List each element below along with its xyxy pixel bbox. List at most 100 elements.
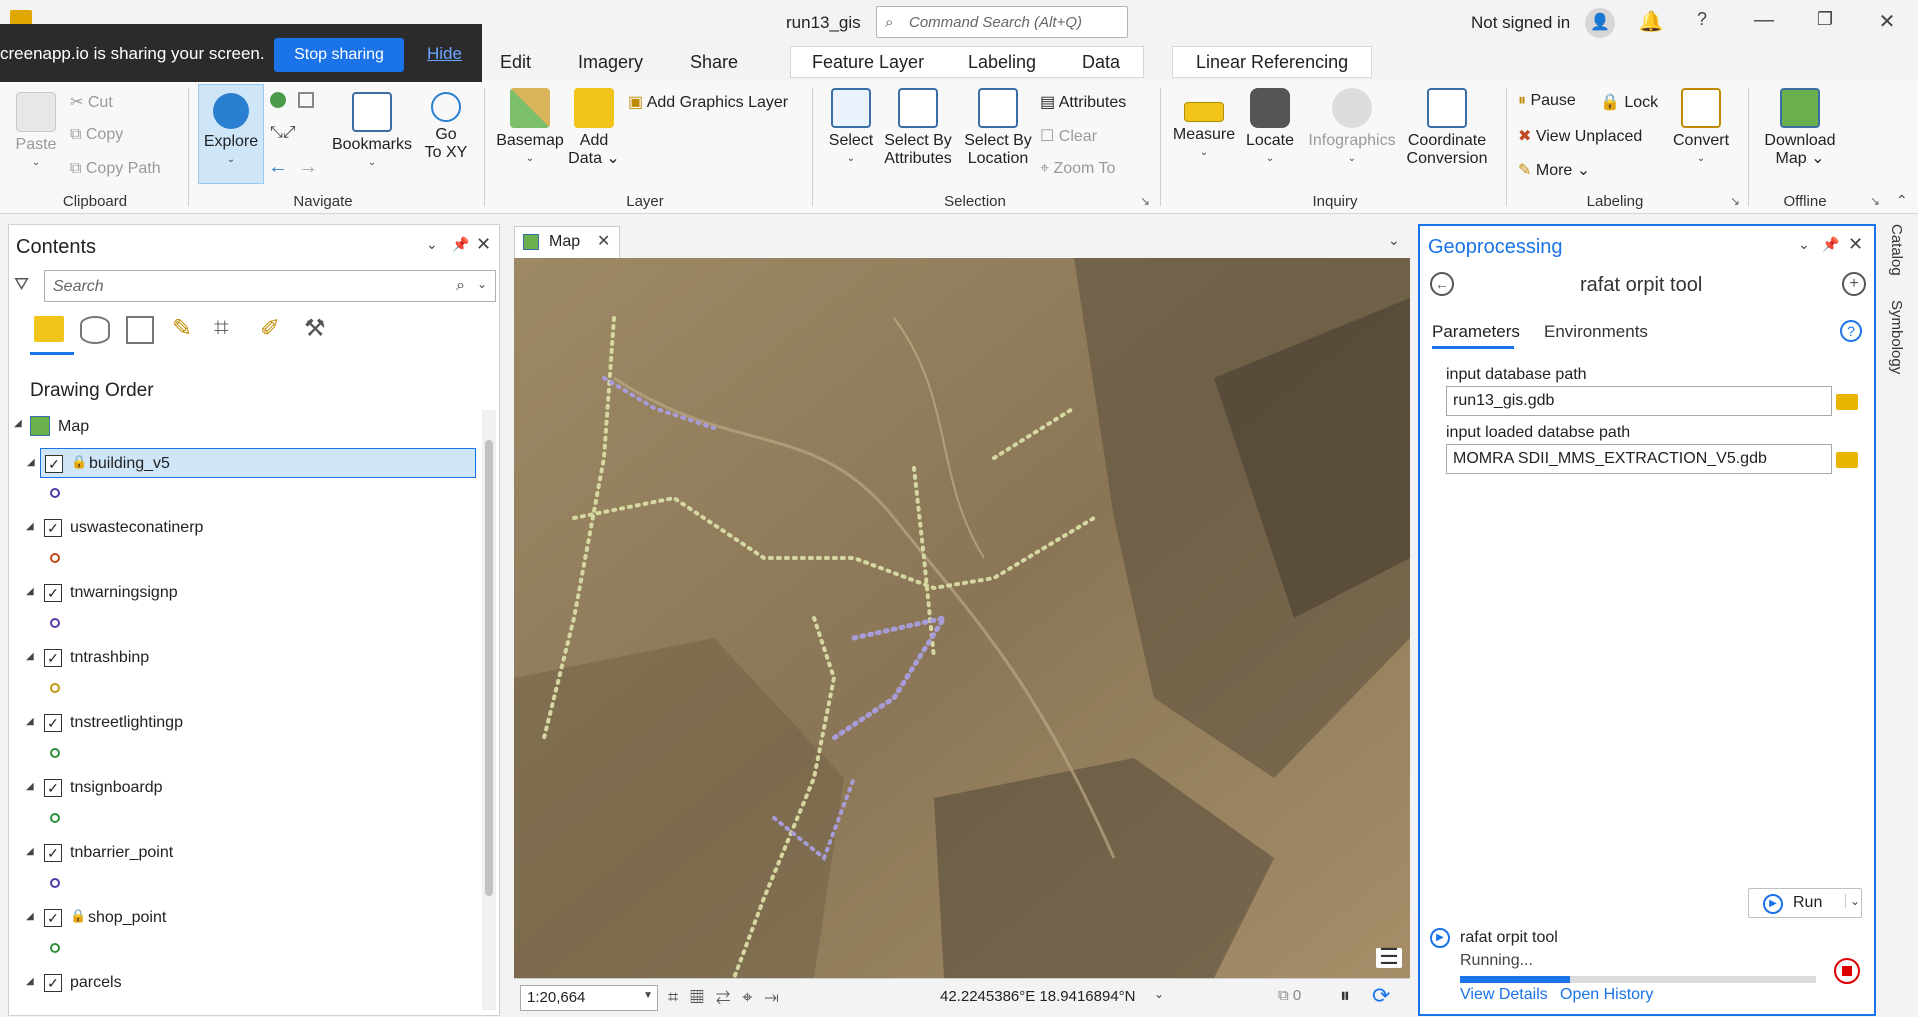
layer-visibility-checkbox[interactable]: ✓	[44, 714, 62, 732]
select-by-attributes-button[interactable]: Select By Attributes	[878, 88, 958, 168]
add-plus-icon[interactable]: +	[1842, 272, 1866, 296]
infographics-button[interactable]: Infographics ⌄	[1300, 88, 1404, 168]
contents-scrollbar-thumb[interactable]	[485, 440, 493, 896]
coordinate-format-chevron-icon[interactable]: ⌄	[1154, 987, 1164, 1001]
point-symbol-icon[interactable]	[50, 618, 60, 628]
expand-toggle-icon[interactable]: ◢	[26, 521, 34, 532]
help-icon[interactable]: ?	[1840, 320, 1862, 342]
point-symbol-icon[interactable]	[50, 488, 60, 498]
run-button[interactable]: ▶ Run ⌄	[1748, 888, 1862, 918]
view-details-link[interactable]: View Details	[1460, 986, 1548, 1004]
back-arrow-icon[interactable]: ←	[1430, 272, 1454, 296]
map-canvas[interactable]: ☰	[514, 258, 1410, 978]
tab-parameters[interactable]: Parameters	[1432, 322, 1520, 342]
download-map-button[interactable]: Download Map ⌄	[1756, 88, 1844, 168]
paste-button[interactable]: Paste ⌄	[10, 92, 62, 172]
run-options-chevron-icon[interactable]: ⌄	[1845, 894, 1860, 908]
layer-visibility-checkbox[interactable]: ✓	[44, 519, 62, 537]
contents-search-input[interactable]: Search ⌕ ⌄	[44, 270, 496, 302]
tab-imagery[interactable]: Imagery	[578, 52, 643, 73]
restore-icon[interactable]: ❐	[1810, 9, 1840, 30]
add-data-button[interactable]: Add Data ⌄	[566, 88, 622, 168]
expand-toggle-icon[interactable]: ◢	[26, 846, 34, 857]
copy-path-button[interactable]: ⧉ Copy Path	[70, 160, 161, 178]
layer-row[interactable]: ◢ ✓ tntrashbinp	[26, 643, 476, 673]
pin-pane-icon[interactable]: 📌	[1822, 236, 1839, 253]
measure-button[interactable]: Measure ⌄	[1168, 92, 1240, 162]
user-avatar-icon[interactable]: 👤	[1585, 8, 1615, 38]
point-symbol-icon[interactable]	[50, 943, 60, 953]
view-options-chevron-icon[interactable]: ⌄	[1388, 232, 1400, 249]
expand-toggle-icon[interactable]: ◢	[27, 457, 35, 468]
signin-status[interactable]: Not signed in	[1471, 13, 1570, 33]
tab-map[interactable]: Map ✕	[514, 226, 620, 258]
fixed-zoom-icon[interactable]	[298, 92, 314, 108]
browse-folder-icon[interactable]	[1836, 452, 1858, 468]
list-by-selection-icon[interactable]	[126, 316, 154, 344]
dialog-launcher-icon[interactable]: ↘	[1730, 194, 1740, 208]
hide-banner-link[interactable]: Hide	[427, 44, 462, 64]
list-by-perspective-icon[interactable]: ⚒	[304, 314, 326, 343]
expand-toggle-icon[interactable]: ◢	[26, 586, 34, 597]
collapse-ribbon-icon[interactable]: ⌃	[1896, 192, 1908, 209]
copy-button[interactable]: ⧉ Copy	[70, 126, 123, 144]
tab-edit[interactable]: Edit	[500, 52, 531, 73]
map-status-tools-icon[interactable]: ⌗▦⇄⌖⇥	[668, 987, 791, 1008]
layer-row[interactable]: ◢ ✓ tnstreetlightingp	[26, 708, 476, 738]
bookmarks-button[interactable]: Bookmarks ⌄	[330, 92, 414, 172]
pane-options-chevron-icon[interactable]: ⌄	[426, 236, 438, 253]
previous-extent-icon[interactable]: ←	[268, 156, 288, 179]
layer-row[interactable]: ◢ ✓ uswasteconatinerp	[26, 513, 476, 543]
dialog-launcher-icon[interactable]: ↘	[1140, 194, 1150, 208]
list-by-labeling-icon[interactable]: ✐	[260, 314, 280, 343]
point-symbol-icon[interactable]	[50, 878, 60, 888]
layer-visibility-checkbox[interactable]: ✓	[44, 779, 62, 797]
tab-environments[interactable]: Environments	[1544, 322, 1648, 342]
layer-row[interactable]: ◢ ✓ tnbarrier_point	[26, 838, 476, 868]
explore-button[interactable]: Explore ⌄	[198, 84, 264, 184]
point-symbol-icon[interactable]	[50, 553, 60, 563]
layer-row[interactable]: ◢ ✓ parcels	[26, 968, 476, 998]
filter-icon[interactable]: ⛛	[14, 274, 29, 295]
cut-button[interactable]: ✂ Cut	[70, 92, 113, 112]
tab-data[interactable]: Data	[1082, 52, 1120, 73]
command-search-input[interactable]: ⌕ Command Search (Alt+Q)	[876, 6, 1128, 38]
close-window-icon[interactable]: ✕	[1872, 9, 1902, 34]
map-legend-icon[interactable]: ☰	[1376, 946, 1402, 968]
list-by-drawing-order-icon[interactable]	[34, 316, 64, 342]
help-icon[interactable]: ?	[1687, 9, 1717, 30]
layer-row[interactable]: 🔒 ◢ ✓ shop_point	[26, 903, 476, 933]
layer-row[interactable]: ◢ ✓ tnwarningsignp	[26, 578, 476, 608]
tab-labeling[interactable]: Labeling	[968, 52, 1036, 73]
expand-toggle-icon[interactable]: ◢	[26, 911, 34, 922]
tab-linear-referencing[interactable]: Linear Referencing	[1196, 52, 1348, 73]
close-pane-icon[interactable]: ✕	[476, 234, 491, 255]
view-unplaced-button[interactable]: ✖ View Unplaced	[1518, 126, 1642, 146]
point-symbol-icon[interactable]	[50, 683, 60, 693]
expand-toggle-icon[interactable]: ◢	[26, 781, 34, 792]
full-extent-icon[interactable]	[270, 92, 286, 108]
select-button[interactable]: Select ⌄	[824, 88, 878, 168]
layer-row[interactable]: 🔒 ◢ ✓ building_v5	[27, 448, 476, 478]
layer-visibility-checkbox[interactable]: ✓	[44, 909, 62, 927]
expand-toggle-icon[interactable]: ◢	[26, 651, 34, 662]
expand-toggle-icon[interactable]: ◢	[26, 976, 34, 987]
refresh-icon[interactable]: ⟳	[1372, 983, 1390, 1009]
next-extent-icon[interactable]: →	[298, 156, 318, 179]
map-node-label[interactable]: Map	[58, 418, 89, 436]
convert-button[interactable]: Convert ⌄	[1664, 88, 1738, 168]
pause-labeling-button[interactable]: ⏸ Pause	[1518, 92, 1576, 110]
symbology-side-tab[interactable]: Symbology	[1888, 300, 1905, 374]
zoom-in-arrows-icon[interactable]: ⤡⤢	[270, 124, 296, 142]
point-symbol-icon[interactable]	[50, 813, 60, 823]
dialog-launcher-icon[interactable]: ↘	[1870, 194, 1880, 208]
open-history-link[interactable]: Open History	[1560, 986, 1653, 1004]
notification-bell-icon[interactable]: 🔔	[1636, 9, 1666, 34]
layer-row[interactable]: ◢ ✓ tnsignboardp	[26, 773, 476, 803]
add-graphics-layer-button[interactable]: ▣ Add Graphics Layer	[628, 92, 788, 112]
expand-toggle-icon[interactable]: ◢	[26, 716, 34, 727]
browse-folder-icon[interactable]	[1836, 394, 1858, 410]
layer-visibility-checkbox[interactable]: ✓	[44, 974, 62, 992]
tab-share[interactable]: Share	[690, 52, 738, 73]
clear-selection-button[interactable]: ☐ Clear	[1040, 126, 1097, 146]
